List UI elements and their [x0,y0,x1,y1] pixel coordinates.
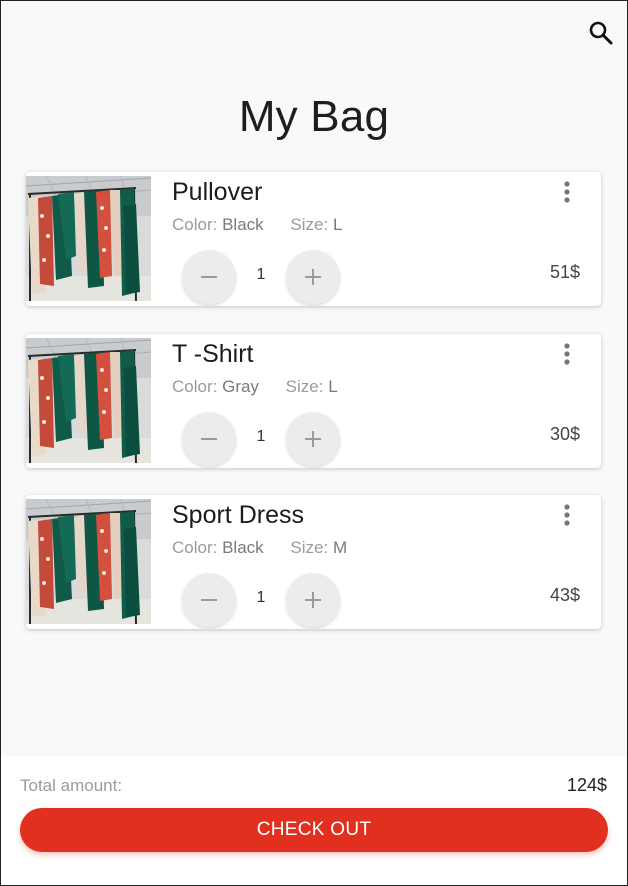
plus-icon [305,592,321,608]
more-vertical-icon [564,181,570,203]
cart-item-sport-dress[interactable]: Sport Dress Color: Black Size: M 1 43$ [26,495,601,629]
search-icon [589,21,613,45]
decrease-quantity-button[interactable] [182,250,236,304]
app-screen: My Bag Pullover Color: Black Size: L 1 5… [0,0,628,886]
color-value: Gray [222,377,259,396]
color-label: Color: [172,215,218,234]
product-attributes: Color: Black Size: L [172,214,342,236]
increase-quantity-button[interactable] [286,573,340,627]
more-options-button[interactable] [556,340,578,368]
product-image [26,499,151,624]
size-label: Size: [290,538,329,557]
checkout-footer: Total amount: 124$ CHECK OUT [1,756,627,885]
product-name: T -Shirt [172,340,254,368]
item-price: 43$ [549,585,580,605]
total-amount-value: 124$ [566,775,607,795]
checkout-button[interactable]: CHECK OUT [20,808,608,852]
color-value: Black [222,215,264,234]
size-label: Size: [290,215,329,234]
quantity-value: 1 [256,266,266,283]
quantity-value: 1 [256,589,266,606]
total-amount-label: Total amount: [20,776,123,795]
decrease-quantity-button[interactable] [182,412,236,466]
cart-item-t-shirt[interactable]: T -Shirt Color: Gray Size: L 1 30$ [26,334,601,468]
product-image [26,176,151,301]
increase-quantity-button[interactable] [286,250,340,304]
cart-item-pullover[interactable]: Pullover Color: Black Size: L 1 51$ [26,172,601,306]
size-label: Size: [285,377,324,396]
decrease-quantity-button[interactable] [182,573,236,627]
minus-icon [201,276,217,278]
more-options-button[interactable] [556,501,578,529]
product-name: Pullover [172,178,263,206]
product-attributes: Color: Black Size: M [172,537,347,559]
product-attributes: Color: Gray Size: L [172,376,338,398]
size-value: L [328,377,338,396]
item-price: 51$ [549,262,580,282]
more-vertical-icon [564,343,570,365]
color-label: Color: [172,538,218,557]
plus-icon [305,269,321,285]
increase-quantity-button[interactable] [286,412,340,466]
search-button[interactable] [585,17,619,51]
color-value: Black [222,538,264,557]
minus-icon [201,599,217,601]
page-title: My Bag [238,92,390,141]
product-name: Sport Dress [172,501,304,529]
product-image [26,338,151,463]
plus-icon [305,431,321,447]
quantity-value: 1 [256,428,266,445]
size-value: L [332,215,343,234]
color-label: Color: [172,377,218,396]
size-value: M [332,538,348,557]
item-price: 30$ [549,424,580,444]
more-vertical-icon [564,504,570,526]
more-options-button[interactable] [556,178,578,206]
minus-icon [201,438,217,440]
